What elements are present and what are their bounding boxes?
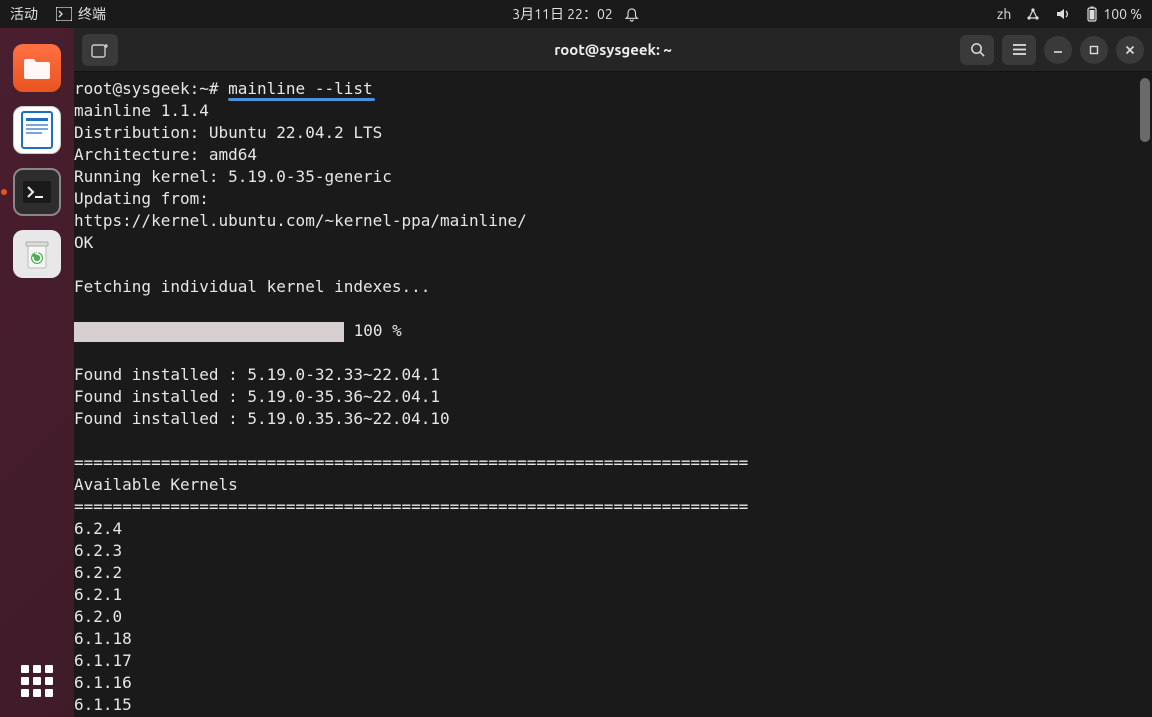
focused-app-name: 终端 [78, 4, 106, 24]
minimize-icon [1053, 45, 1063, 55]
terminal-titlebar: root@sysgeek: ~ [74, 28, 1152, 72]
hamburger-icon [1012, 43, 1027, 56]
search-button[interactable] [960, 35, 994, 65]
input-language[interactable]: zh [997, 6, 1011, 22]
maximize-icon [1089, 45, 1099, 55]
close-icon [1125, 45, 1135, 55]
maximize-button[interactable] [1080, 36, 1108, 64]
battery-percentage: 100 % [1103, 6, 1142, 22]
writer-icon [21, 111, 53, 149]
window-title: root@sysgeek: ~ [554, 41, 672, 58]
dock-item-trash[interactable] [13, 230, 61, 278]
top-bar: 活动 终端 3月11日 22：02 zh 100 % [0, 0, 1152, 28]
terminal-viewport[interactable]: root@sysgeek:~# mainline --listmainline … [74, 72, 1152, 717]
battery-icon[interactable]: 100 % [1085, 6, 1142, 22]
close-button[interactable] [1116, 36, 1144, 64]
scrollbar-thumb[interactable] [1140, 78, 1150, 142]
network-icon[interactable] [1025, 6, 1041, 22]
notifications-icon[interactable] [625, 7, 640, 22]
clock[interactable]: 3月11日 22：02 [512, 4, 612, 24]
terminal-icon [56, 7, 72, 21]
volume-icon[interactable] [1055, 6, 1071, 22]
terminal-output: root@sysgeek:~# mainline --listmainline … [74, 78, 1152, 716]
show-apps-button[interactable] [19, 663, 55, 699]
hamburger-menu-button[interactable] [1002, 35, 1036, 65]
dock-item-terminal[interactable] [13, 168, 61, 216]
dock-item-writer[interactable] [13, 106, 61, 154]
files-icon [22, 55, 52, 81]
dock-item-files[interactable] [13, 44, 61, 92]
trash-icon [23, 238, 51, 270]
terminal-app-icon [23, 181, 51, 203]
focused-app-indicator[interactable]: 终端 [56, 4, 106, 24]
dock [0, 28, 74, 717]
minimize-button[interactable] [1044, 36, 1072, 64]
activities-button[interactable]: 活动 [10, 4, 38, 24]
new-tab-icon [91, 42, 109, 58]
new-tab-button[interactable] [82, 34, 118, 66]
search-icon [970, 42, 985, 57]
